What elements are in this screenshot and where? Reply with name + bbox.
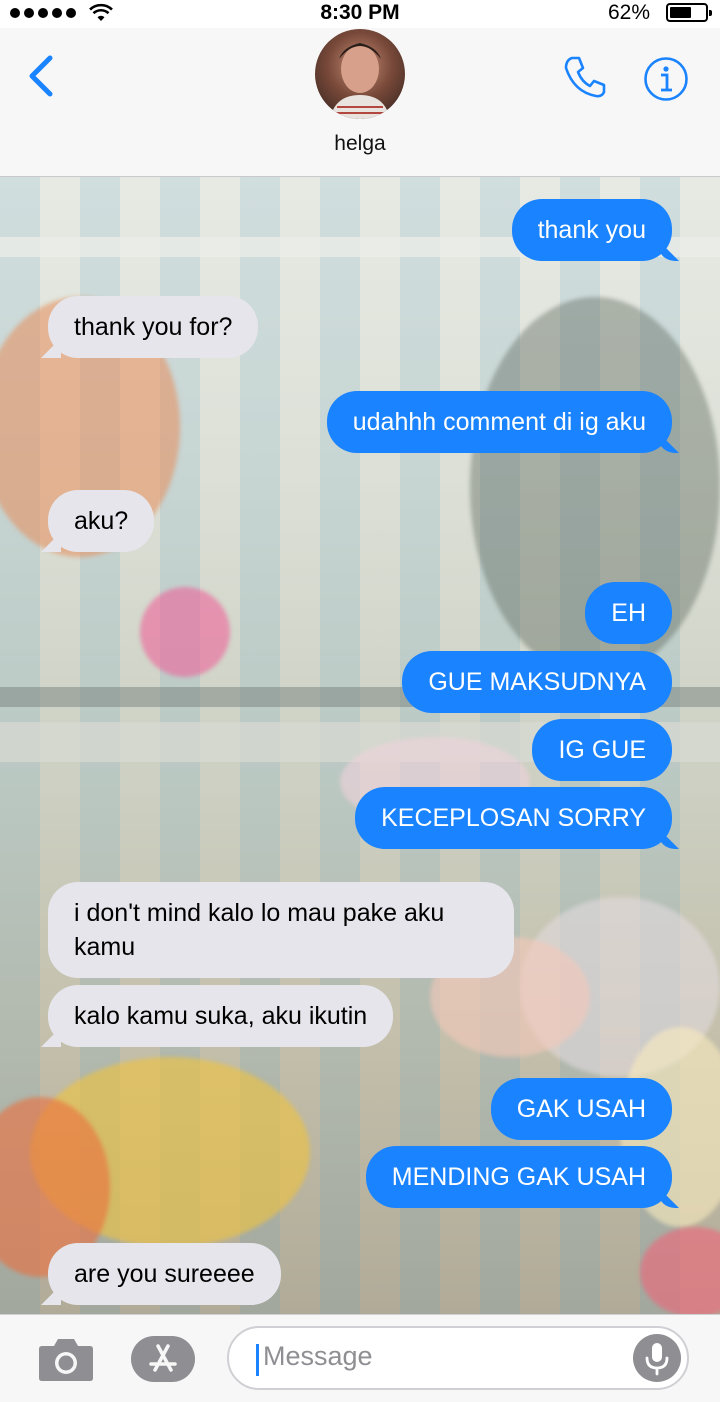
message-bubble-incoming[interactable]: kalo kamu suka, aku ikutin (48, 985, 394, 1047)
microphone-icon[interactable] (633, 1334, 681, 1382)
status-bar: 8:30 PM 62% (0, 0, 720, 28)
message-bubble-incoming[interactable]: aku? (48, 490, 155, 552)
battery-fill (670, 7, 691, 18)
battery-percentage: 62% (607, 1, 650, 24)
conversation-header: helga (0, 28, 720, 177)
wallpaper-flowers (140, 587, 230, 677)
message-bubble-outgoing[interactable]: EH (585, 582, 672, 644)
battery-icon (666, 3, 712, 22)
message-input-placeholder: Message (263, 1341, 373, 1371)
message-bubble-outgoing[interactable]: KECEPLOSAN SORRY (355, 787, 672, 849)
message-bubble-outgoing[interactable]: GAK USAH (490, 1078, 672, 1140)
composer-bar: Message (0, 1314, 720, 1402)
message-bubble-outgoing[interactable]: udahhh comment di ig aku (326, 391, 672, 453)
camera-icon[interactable] (38, 1336, 94, 1382)
message-bubble-outgoing[interactable]: IG GUE (532, 719, 672, 781)
message-bubble-outgoing[interactable]: MENDING GAK USAH (365, 1146, 672, 1208)
app-store-icon[interactable] (131, 1336, 195, 1382)
message-bubble-outgoing[interactable]: thank you (511, 199, 672, 261)
avatar-photo (330, 43, 390, 119)
phone-icon[interactable] (562, 54, 608, 100)
message-bubble-incoming[interactable]: thank you for? (48, 296, 259, 358)
message-bubble-incoming[interactable]: i don't mind kalo lo mau pake aku kamu (48, 882, 514, 978)
message-bubble-outgoing[interactable]: GUE MAKSUDNYA (402, 651, 672, 713)
back-chevron-icon[interactable] (26, 54, 56, 98)
info-icon[interactable] (643, 56, 689, 102)
message-list[interactable]: thank you thank you for? udahhh comment … (0, 177, 720, 1314)
contact-name[interactable]: helga (0, 132, 720, 156)
message-input[interactable]: Message (227, 1326, 689, 1390)
message-bubble-incoming[interactable]: are you sureeee (48, 1243, 281, 1305)
text-caret (256, 1344, 259, 1376)
contact-avatar[interactable] (315, 29, 405, 119)
